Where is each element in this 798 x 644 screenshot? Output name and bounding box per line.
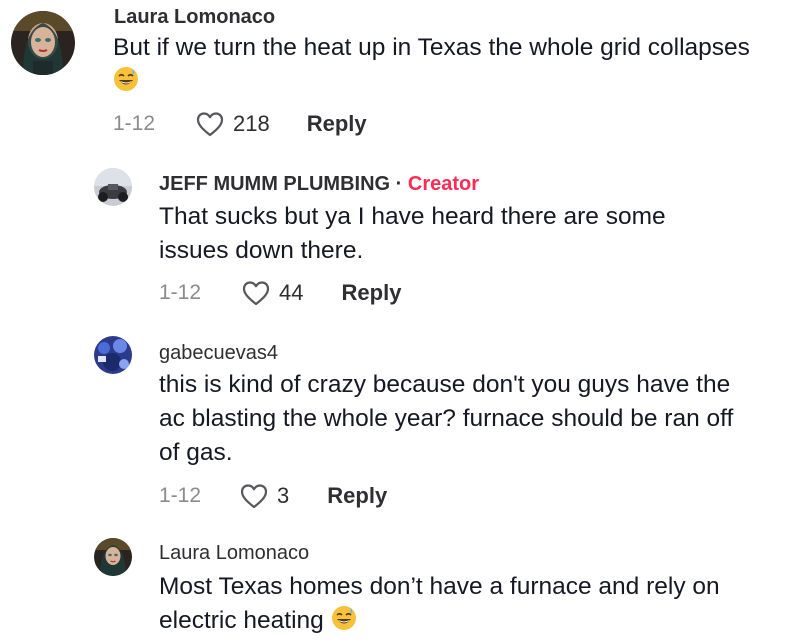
like-button[interactable]: 218 [195,110,270,138]
avatar-laura-icon [94,538,132,576]
reply-text: That sucks but ya I have heard there are… [159,203,666,264]
reply-date: 1-12 [159,281,202,304]
heart-icon[interactable] [239,482,269,510]
avatar-gabe-icon [94,336,132,374]
like-count: 44 [279,280,304,305]
grinning-sweat-emoji-icon [331,605,357,631]
like-button[interactable]: 3 [239,482,289,510]
comment-meta: 1-12 218 Reply [113,110,367,138]
like-count: 3 [277,483,290,508]
avatar[interactable] [94,168,132,206]
reply-username[interactable]: Laura Lomonaco [159,542,309,565]
reply-button[interactable]: Reply [307,111,367,137]
reply-button[interactable]: Reply [327,483,387,509]
creator-badge: Creator [407,173,480,195]
reply-username-text[interactable]: JEFF MUMM PLUMBING [159,173,390,195]
heart-icon[interactable] [195,110,225,138]
avatar-laura-icon [11,11,75,75]
avatar-jeff-icon [94,168,132,206]
reply-meta: 1-12 44 Reply [159,279,401,307]
comment-date: 1-12 [113,112,156,135]
comment-item: Laura Lomonaco But if we turn the heat u… [0,0,798,150]
like-count: 218 [233,111,270,136]
avatar[interactable] [11,11,75,75]
comment-text-body: But if we turn the heat up in Texas the … [113,34,750,61]
reply-meta: 1-12 3 Reply [159,482,387,510]
avatar[interactable] [94,538,132,576]
reply-date: 1-12 [159,484,202,507]
reply-item: Laura Lomonaco Most Texas homes don’t ha… [0,532,798,644]
avatar[interactable] [94,336,132,374]
like-button[interactable]: 44 [241,279,304,307]
separator-dot: · [395,173,403,195]
reply-username[interactable]: gabecuevas4 [159,342,278,365]
grinning-sweat-emoji-icon [113,66,139,92]
reply-button[interactable]: Reply [342,280,402,306]
reply-text: Most Texas homes don’t have a furnace an… [159,570,779,638]
reply-item: gabecuevas4 this is kind of crazy becaus… [0,330,798,530]
comment-text: But if we turn the heat up in Texas the … [113,31,753,99]
comment-username[interactable]: Laura Lomonaco [114,6,275,29]
reply-item: JEFF MUMM PLUMBING · Creator That sucks … [0,160,798,320]
reply-username[interactable]: JEFF MUMM PLUMBING · Creator [159,173,479,196]
reply-text-body: Most Texas homes don’t have a furnace an… [159,573,720,634]
heart-icon[interactable] [241,279,271,307]
reply-text: this is kind of crazy because don't you … [159,371,734,466]
